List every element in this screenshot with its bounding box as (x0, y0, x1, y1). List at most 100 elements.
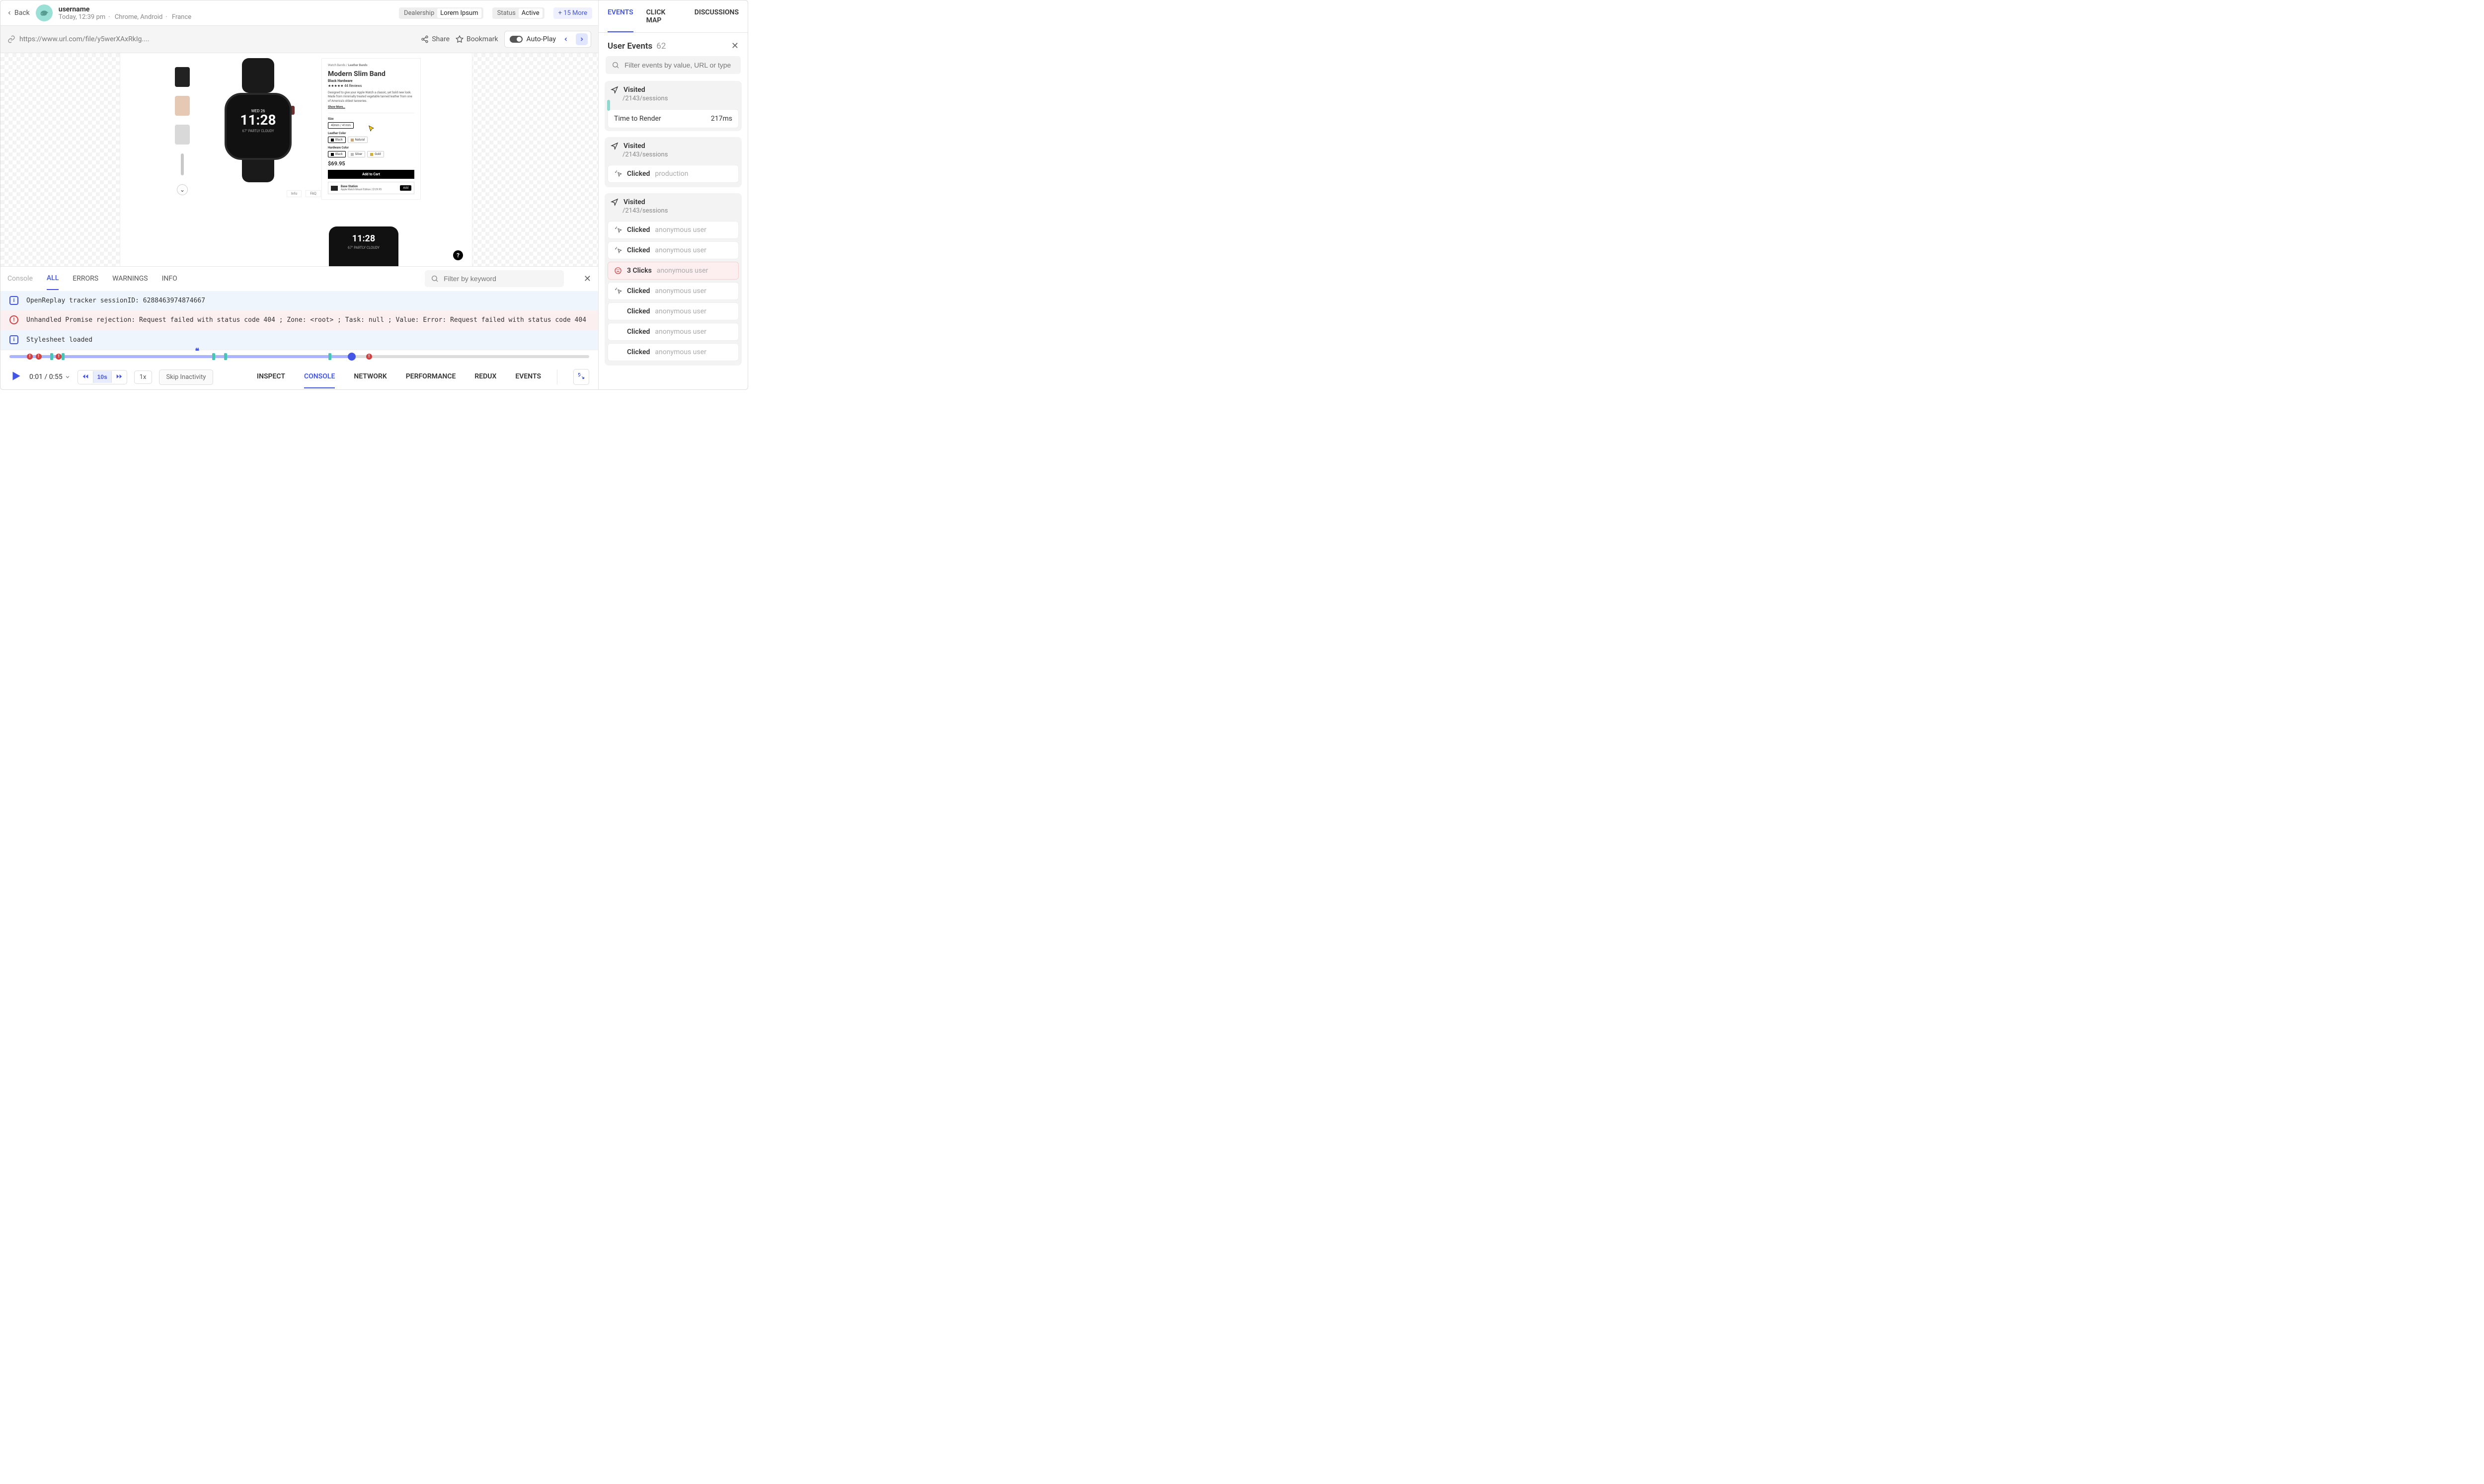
timeline-error-marker[interactable]: ! (56, 354, 62, 360)
skip-forward-icon (116, 373, 123, 380)
console-tab-all[interactable]: ALL (47, 267, 59, 290)
console-tab-info[interactable]: INFO (162, 268, 177, 290)
thumbnail[interactable] (175, 96, 190, 116)
hw-option[interactable]: Silver (348, 151, 366, 157)
upsell-card: Base Station Apple Watch Mount Edition |… (328, 182, 414, 194)
autoplay-toggle[interactable] (510, 36, 523, 43)
thumbnail[interactable] (175, 67, 190, 87)
back-button[interactable]: Back (6, 9, 30, 17)
bookmark-button[interactable]: Bookmark (456, 35, 498, 43)
prev-session-button[interactable] (560, 33, 572, 45)
timeline-error-marker[interactable]: ! (36, 354, 42, 360)
console-line[interactable]: iOpenReplay tracker sessionID: 628846397… (0, 291, 598, 311)
play-button[interactable] (9, 370, 22, 384)
recorded-page: ⌄ WED 26 11:28 67° PARTLY CLOUDY Watch B… (120, 53, 472, 266)
sidebar-tab-discussions[interactable]: DISCUSSIONS (695, 0, 739, 32)
timeline-error-marker[interactable]: ! (27, 354, 33, 360)
page-url[interactable]: https://www.url.com/file/y5werXAxRkIg...… (7, 35, 149, 43)
tab-network[interactable]: NETWORK (354, 366, 387, 388)
console-line[interactable]: !Unhandled Promise rejection: Request fa… (0, 310, 598, 330)
sidebar-close-button[interactable]: ✕ (731, 41, 739, 51)
event-group: Visited/2143/sessions Time to Render217ms (605, 81, 742, 131)
sidebar: EVENTS CLICK MAP DISCUSSIONS User Events… (599, 0, 748, 389)
skip-interval[interactable]: 10s (93, 371, 112, 383)
size-option[interactable]: 40mm / 41mm (328, 122, 354, 129)
speed-button[interactable]: 1x (134, 371, 152, 384)
play-icon (9, 370, 22, 382)
console-line[interactable]: iStylesheet loaded (0, 330, 598, 350)
hw-option[interactable]: Gold (367, 151, 384, 157)
timeline-marker[interactable] (212, 353, 215, 360)
skip-back-icon (82, 373, 89, 380)
sidebar-tab-events[interactable]: EVENTS (608, 0, 633, 32)
events-filter-input[interactable] (624, 61, 735, 69)
tag-status[interactable]: Status Active (492, 7, 544, 19)
tab-events[interactable]: EVENTS (515, 366, 541, 388)
color-option[interactable]: Natural (348, 137, 368, 143)
timeline-marker[interactable] (50, 353, 53, 360)
console-tab-errors[interactable]: ERRORS (73, 268, 98, 290)
timeline-note-icon[interactable]: ❝ (195, 346, 199, 356)
sidebar-tab-clickmap[interactable]: CLICK MAP (646, 0, 682, 32)
show-more-link[interactable]: Show More… (328, 105, 414, 109)
click-event[interactable]: Clickedanonymous user (608, 323, 739, 341)
console-label: Console (7, 268, 33, 290)
console-close-button[interactable]: ✕ (584, 274, 591, 284)
skip-forward-button[interactable] (112, 371, 127, 384)
tab-inspect[interactable]: INSPECT (257, 366, 285, 388)
click-event[interactable]: Clickedanonymous user (608, 302, 739, 320)
event-group-header[interactable]: Visited/2143/sessions (605, 81, 742, 106)
upsell-add-button[interactable]: Add (400, 185, 411, 191)
username: username (59, 5, 191, 13)
avatar[interactable] (36, 4, 53, 21)
event-group-header[interactable]: Visited/2143/sessions (605, 137, 742, 162)
console-filter[interactable] (425, 270, 564, 287)
time-to-render-card[interactable]: Time to Render217ms (608, 109, 739, 128)
event-group-header[interactable]: Visited/2143/sessions (605, 193, 742, 219)
events-list[interactable]: Visited/2143/sessions Time to Render217ms… (599, 78, 748, 389)
timeline-error-marker[interactable]: ! (366, 354, 372, 360)
color-option[interactable]: Black (328, 137, 346, 143)
console-filter-input[interactable] (444, 275, 558, 283)
top-header: Back username Today, 12:39 pm· Chrome, A… (0, 0, 598, 26)
click-event[interactable]: Clickedanonymous user (608, 241, 739, 259)
tag-more[interactable]: + 15 More (553, 7, 592, 19)
tab-redux[interactable]: REDUX (474, 366, 496, 388)
event-group: Visited/2143/sessions Clickedanonymous us… (605, 193, 742, 366)
click-event[interactable]: Clickedanonymous user (608, 282, 739, 300)
thumbnail-more-button[interactable]: ⌄ (177, 184, 188, 195)
click-event[interactable]: Clickedanonymous user (608, 343, 739, 361)
fullscreen-button[interactable] (573, 369, 589, 385)
error-icon: ! (9, 315, 18, 324)
thumbnail[interactable] (181, 153, 184, 175)
events-filter[interactable] (606, 56, 741, 74)
time-display[interactable]: 0:01 / 0:55 (29, 373, 71, 381)
click-event[interactable]: Clickedanonymous user (608, 221, 739, 239)
rage-click-event[interactable]: 3 Clicksanonymous user (608, 262, 739, 280)
timeline-marker[interactable] (224, 353, 227, 360)
skip-inactivity-button[interactable]: Skip Inactivity (159, 370, 214, 385)
breadcrumb[interactable]: Watch Bands / Leather Bands (328, 64, 414, 67)
replay-viewport[interactable]: ⌄ WED 26 11:28 67° PARTLY CLOUDY Watch B… (0, 53, 598, 266)
timeline-marker[interactable] (62, 353, 65, 360)
console-tab-warnings[interactable]: WARNINGS (112, 268, 148, 290)
secondary-image: 11:28 67° PARTLY CLOUDY (329, 226, 398, 266)
product-rating[interactable]: ★★★★★ 44 Reviews (328, 84, 414, 88)
thumbnail[interactable] (175, 125, 190, 145)
tag-dealership[interactable]: Dealership Lorem Ipsum (399, 7, 483, 19)
click-event[interactable]: Clickedproduction (608, 165, 739, 183)
help-button[interactable]: ? (453, 250, 463, 260)
timeline-marker[interactable] (328, 353, 331, 360)
product-title: Modern Slim Band (328, 70, 414, 78)
tab-info[interactable]: Info (287, 190, 302, 197)
tab-performance[interactable]: PERFORMANCE (406, 366, 456, 388)
tab-faq[interactable]: FAQ (306, 190, 321, 197)
tab-console[interactable]: CONSOLE (304, 366, 335, 388)
upsell-icon (331, 186, 338, 191)
next-session-button[interactable] (576, 33, 588, 45)
hw-option[interactable]: Black (328, 151, 346, 157)
skip-back-button[interactable] (78, 371, 93, 384)
timeline[interactable]: !!!❝! (0, 350, 598, 365)
add-to-cart-button[interactable]: Add to Cart (328, 170, 414, 179)
share-button[interactable]: Share (421, 35, 450, 43)
